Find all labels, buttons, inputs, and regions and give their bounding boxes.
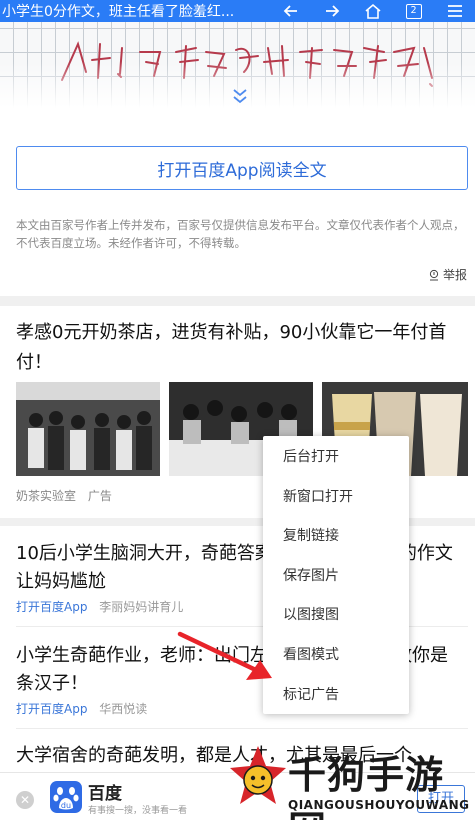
svg-text:du: du (61, 801, 71, 810)
menu-item-copy-link[interactable]: 复制链接 (263, 517, 409, 557)
feed-item-source: 华西悦读 (99, 702, 148, 716)
back-icon (283, 5, 297, 17)
ad-meta: 奶茶实验室 广告 (16, 487, 120, 504)
tabs-button[interactable]: 2 (393, 0, 434, 22)
list-divider (16, 728, 468, 729)
ad-image-1[interactable] (16, 382, 160, 476)
menu-icon (447, 5, 462, 17)
close-banner-icon[interactable]: ✕ (16, 791, 34, 809)
open-app-link[interactable]: 打开百度App (16, 702, 87, 716)
menu-button[interactable] (434, 0, 475, 22)
report-icon (429, 269, 439, 280)
ad-tag: 广告 (87, 489, 112, 503)
baidu-logo-icon: du (50, 781, 82, 813)
back-button[interactable] (270, 0, 311, 22)
expand-chevron-icon[interactable] (229, 86, 251, 106)
home-icon (364, 3, 381, 19)
disclaimer-text: 本文由百家号作者上传并发布，百家号仅提供信息发布平台。文章仅代表作者个人观点，不… (16, 218, 465, 250)
menu-item-open-background[interactable]: 后台打开 (263, 438, 409, 478)
menu-item-save-image[interactable]: 保存图片 (263, 557, 409, 597)
forward-icon (325, 5, 339, 17)
section-divider (0, 296, 475, 306)
ad-source: 奶茶实验室 (16, 489, 77, 503)
menu-item-open-new-window[interactable]: 新窗口打开 (263, 478, 409, 518)
milk-tea-shop-photo-1 (16, 382, 160, 476)
home-button[interactable] (352, 0, 393, 22)
report-button[interactable]: 举报 (428, 266, 467, 283)
open-app-read-full-button[interactable]: 打开百度App阅读全文 (16, 146, 468, 190)
app-slogan: 有事搜一搜，没事看一看 (88, 806, 188, 816)
app-name: 百度 (88, 784, 122, 804)
page-title: 小学生0分作文，班主任看了脸羞红... (2, 4, 235, 20)
watermark-subtext: QIANGOUSHOUYOUWANG (288, 798, 470, 812)
ad-title[interactable]: 孝感0元开奶茶店，进货有补贴，90小伙靠它一年付首付！ (16, 318, 464, 378)
tabs-icon: 2 (405, 3, 422, 19)
feed-item-source: 李丽妈妈讲育儿 (99, 600, 184, 614)
feed-item-meta: 打开百度App 华西悦读 (16, 700, 147, 717)
forward-button[interactable] (311, 0, 352, 22)
watermark-mascot-icon (230, 746, 286, 804)
red-arrow-icon (177, 631, 272, 680)
top-bar: 小学生0分作文，班主任看了脸羞红... 2 (0, 0, 475, 22)
report-label: 举报 (442, 268, 467, 282)
site-watermark: 千狗手游网 QIANGOUSHOUYOUWANG (228, 742, 470, 820)
open-app-link[interactable]: 打开百度App (16, 600, 87, 614)
feed-item-meta: 打开百度App 李丽妈妈讲育儿 (16, 598, 183, 615)
